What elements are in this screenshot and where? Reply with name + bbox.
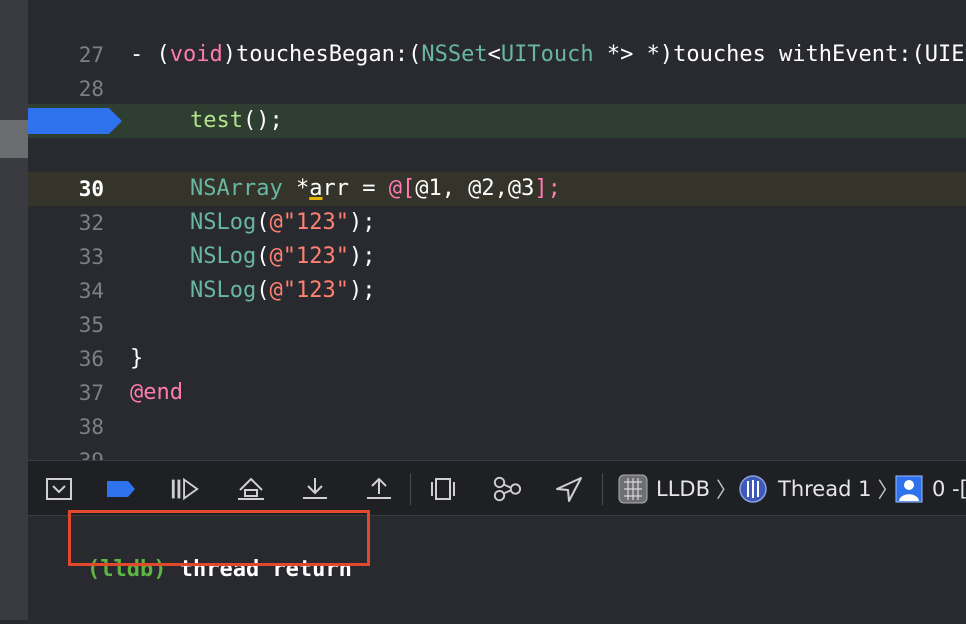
navigator-strip <box>0 0 28 620</box>
code-line-31[interactable]: 31 <box>28 140 966 203</box>
code-line-36[interactable]: 36 <box>28 308 966 371</box>
code-line-37[interactable]: 37 } <box>28 342 966 405</box>
breakpoints-toggle-icon[interactable] <box>106 475 136 503</box>
code-text: @end <box>130 380 183 405</box>
hide-debug-area-icon[interactable] <box>44 475 74 503</box>
code-text: NSLog(@"123"); <box>190 278 376 303</box>
thread-icon[interactable] <box>738 475 768 503</box>
code-line-33[interactable]: 33 NSLog(@"123"); <box>28 206 966 269</box>
line-number[interactable]: 30 <box>28 172 104 206</box>
thread-label: Thread 1 <box>778 477 872 501</box>
code-text: - (void)touchesBegan:(NSSet<UITouch *> *… <box>130 42 966 67</box>
code-line-32[interactable]: 32 NSArray *arr = @[@1, @2,@3]; <box>28 172 966 235</box>
memory-graph-icon[interactable] <box>492 475 522 503</box>
debug-bar: LLDB 〉 Thread 1 〉 0 -[ <box>28 460 966 516</box>
breakpoint-marker[interactable] <box>28 108 122 134</box>
toolbar-separator <box>602 473 603 505</box>
code-line-27[interactable]: 27 <box>28 4 966 67</box>
code-line-38[interactable]: 38 @end <box>28 376 966 439</box>
view-debugger-icon[interactable] <box>428 475 458 503</box>
chevron-right-icon: 〉 <box>715 478 737 502</box>
code-text: NSLog(@"123"); <box>190 244 376 269</box>
toolbar-separator <box>410 473 411 505</box>
continue-icon[interactable] <box>170 475 200 503</box>
annotation-highlight-box <box>68 510 370 566</box>
step-into-icon[interactable] <box>300 475 330 503</box>
lldb-label: LLDB <box>656 477 710 501</box>
code-text: NSLog(@"123"); <box>190 210 376 235</box>
code-line-28[interactable]: 28 - (void)touchesBegan:(NSSet<UITouch *… <box>28 38 966 101</box>
breadcrumb-frame[interactable]: 0 -[ <box>932 461 966 517</box>
code-text: } <box>130 346 144 371</box>
code-text: test(); <box>190 108 283 133</box>
code-line-39[interactable]: 39 <box>28 410 966 460</box>
code-text: NSArray *arr = @[@1, @2,@3]; <box>190 176 561 201</box>
lldb-icon[interactable] <box>618 474 648 504</box>
breadcrumb-lldb[interactable]: LLDB 〉 <box>656 461 737 517</box>
step-out-icon[interactable] <box>364 475 394 503</box>
code-line-29[interactable]: 29 <box>28 72 966 135</box>
breadcrumb-thread[interactable]: Thread 1 〉 <box>778 461 898 517</box>
line-number[interactable]: 39 <box>28 444 104 460</box>
simulate-location-icon[interactable] <box>554 475 584 503</box>
code-line-34[interactable]: 34 NSLog(@"123"); <box>28 240 966 303</box>
navigator-selection <box>0 120 28 158</box>
code-line-35[interactable]: 35 NSLog(@"123"); <box>28 274 966 337</box>
source-editor[interactable]: 27 28 - (void)touchesBegan:(NSSet<UITouc… <box>28 0 966 460</box>
step-over-icon[interactable] <box>236 475 266 503</box>
stack-frame-icon[interactable] <box>894 475 924 503</box>
frame-label: 0 -[ <box>932 477 966 501</box>
code-line-30-current[interactable]: 30 test(); <box>28 104 966 201</box>
